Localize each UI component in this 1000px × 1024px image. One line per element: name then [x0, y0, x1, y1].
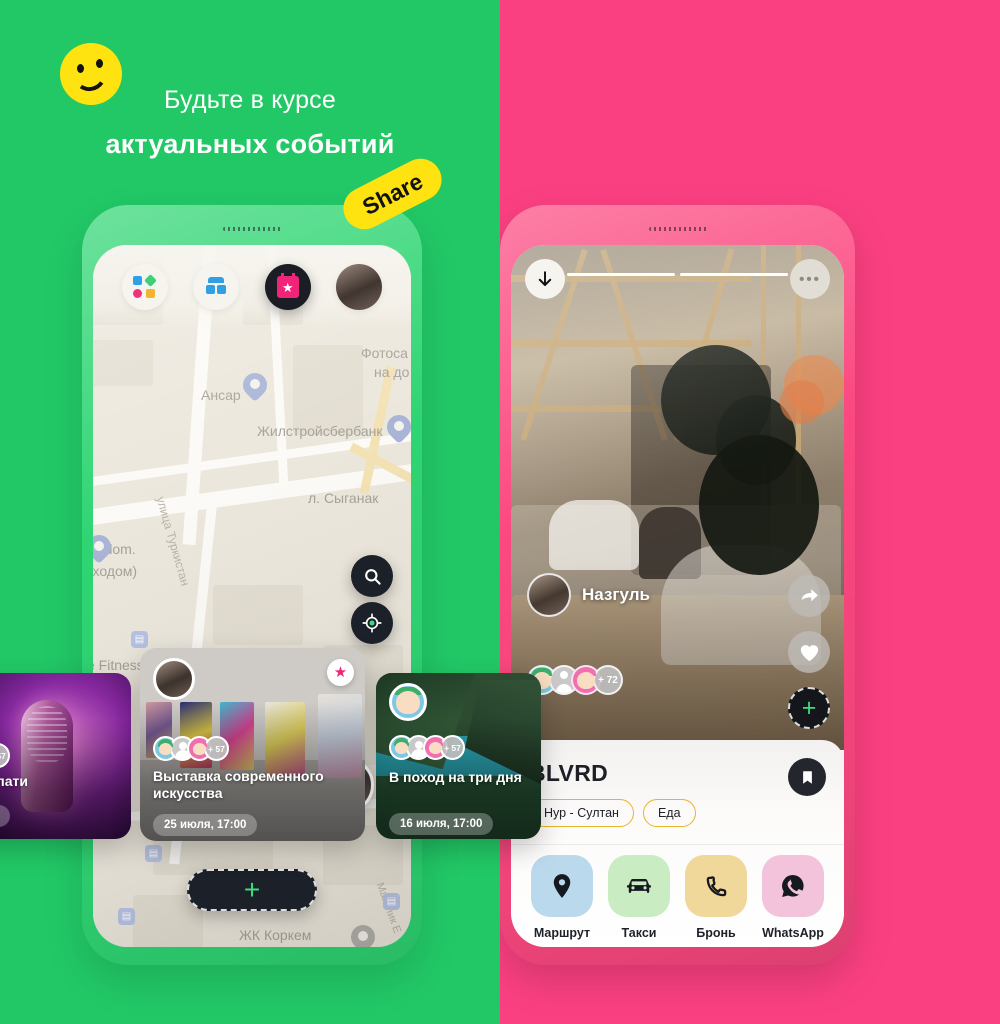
promo-screenshot: Фотоса на до Ансар Жилстройсбербанк л. С…	[0, 0, 1000, 1024]
story-more-button[interactable]: •••	[790, 259, 830, 299]
smiley-face-icon	[60, 43, 122, 105]
action-label: Маршрут	[533, 926, 591, 940]
search-icon	[364, 568, 381, 585]
event-owner-avatar	[153, 658, 195, 700]
event-title: оке пати	[0, 773, 28, 789]
star-calendar-icon: ★	[276, 273, 299, 298]
story-author-name: Назгуль	[582, 585, 650, 604]
phone-icon	[706, 875, 726, 896]
whatsapp-icon	[782, 874, 804, 898]
map-pin-icon[interactable]	[346, 920, 380, 947]
map-label: л. Сыганак	[308, 490, 379, 506]
phone-speaker	[648, 227, 707, 231]
close-story-button[interactable]	[525, 259, 565, 299]
attendees-more-count: + 57	[0, 743, 10, 768]
map-label: на до	[374, 364, 410, 380]
event-date: 25 июля, 17:00	[153, 814, 258, 836]
plus-icon: +	[243, 874, 261, 905]
bus-stop-icon[interactable]: ▤	[118, 908, 135, 925]
crown-grid-icon	[205, 277, 227, 297]
profile-button[interactable]	[336, 264, 383, 310]
color-grid-icon	[133, 273, 158, 299]
event-title: Выставка современного искусства	[153, 768, 324, 802]
event-title: В поход на три дня	[389, 769, 522, 785]
right-promo-panel: ••• Назгуль + 72 + BLVRD Нур - Султан Ед…	[500, 0, 1000, 1024]
events-button[interactable]: ★	[264, 264, 311, 310]
car-icon	[626, 879, 652, 893]
map-locate-button[interactable]	[351, 602, 393, 644]
categories-button[interactable]	[121, 264, 168, 310]
favorite-button[interactable]: ★	[327, 659, 354, 686]
left-promo-panel: Фотоса на до Ансар Жилстройсбербанк л. С…	[0, 0, 500, 1024]
action-taxi[interactable]: Такси	[608, 855, 670, 940]
phone-mockup-left: Фотоса на до Ансар Жилстройсбербанк л. С…	[82, 205, 422, 965]
attendees-avatars: + 57	[389, 735, 465, 760]
map-pin-icon[interactable]	[238, 368, 272, 403]
place-actions: Маршрут Такси Бронь WhatsApp	[529, 855, 826, 940]
avatar	[527, 573, 571, 617]
share-arrow-icon	[801, 588, 818, 601]
action-label: WhatsApp	[762, 926, 824, 940]
event-card-karaoke[interactable]: + 57 оке пати ля, 17:00	[0, 673, 131, 839]
event-date: 16 июля, 17:00	[389, 813, 494, 835]
add-event-button[interactable]: +	[187, 869, 317, 911]
places-button[interactable]	[193, 264, 240, 310]
event-cards-strip: + 57 оке пати ля, 17:00 ★ +	[0, 645, 1000, 845]
phone-mockup-right: ••• Назгуль + 72 + BLVRD Нур - Султан Ед…	[500, 205, 855, 965]
action-label: Бронь	[696, 926, 736, 940]
attendees-avatars: + 57	[0, 743, 10, 768]
arrow-down-icon	[538, 271, 552, 286]
map-label: Ансар	[201, 387, 241, 403]
event-owner-avatar	[389, 683, 427, 721]
story-progress	[567, 273, 788, 276]
action-booking[interactable]: Бронь	[685, 855, 747, 940]
map-label: еходом)	[93, 563, 138, 579]
map-label: ЖК Коркем	[239, 927, 312, 943]
action-whatsapp[interactable]: WhatsApp	[762, 855, 824, 940]
map-pin-icon[interactable]	[382, 410, 411, 445]
more-dots-icon: •••	[799, 270, 821, 288]
map-label: Жилстройсбербанк	[257, 423, 383, 439]
map-search-button[interactable]	[351, 555, 393, 597]
map-top-nav: ★	[93, 245, 411, 329]
action-label: Такси	[621, 926, 657, 940]
map-pin-icon[interactable]	[93, 530, 116, 565]
phone-speaker	[223, 227, 281, 231]
star-icon: ★	[333, 664, 348, 681]
share-button[interactable]	[788, 575, 830, 617]
event-card-hiking[interactable]: + 57 В поход на три дня 16 июля, 17:00	[376, 673, 541, 839]
attendees-avatars: + 57	[153, 736, 229, 761]
story-author[interactable]: Назгуль	[527, 573, 650, 617]
event-card-art-exhibition[interactable]: ★ + 57 Выставка современного искусства 2…	[140, 648, 365, 841]
bus-stop-icon[interactable]: ▤	[383, 893, 400, 910]
map-pin-icon	[553, 874, 571, 898]
left-headline-bold: актуальных событий	[105, 129, 395, 159]
map-label: Фотоса	[361, 345, 408, 361]
locate-me-icon	[362, 613, 382, 633]
bus-stop-icon[interactable]: ▤	[145, 845, 162, 862]
action-route[interactable]: Маршрут	[531, 855, 593, 940]
